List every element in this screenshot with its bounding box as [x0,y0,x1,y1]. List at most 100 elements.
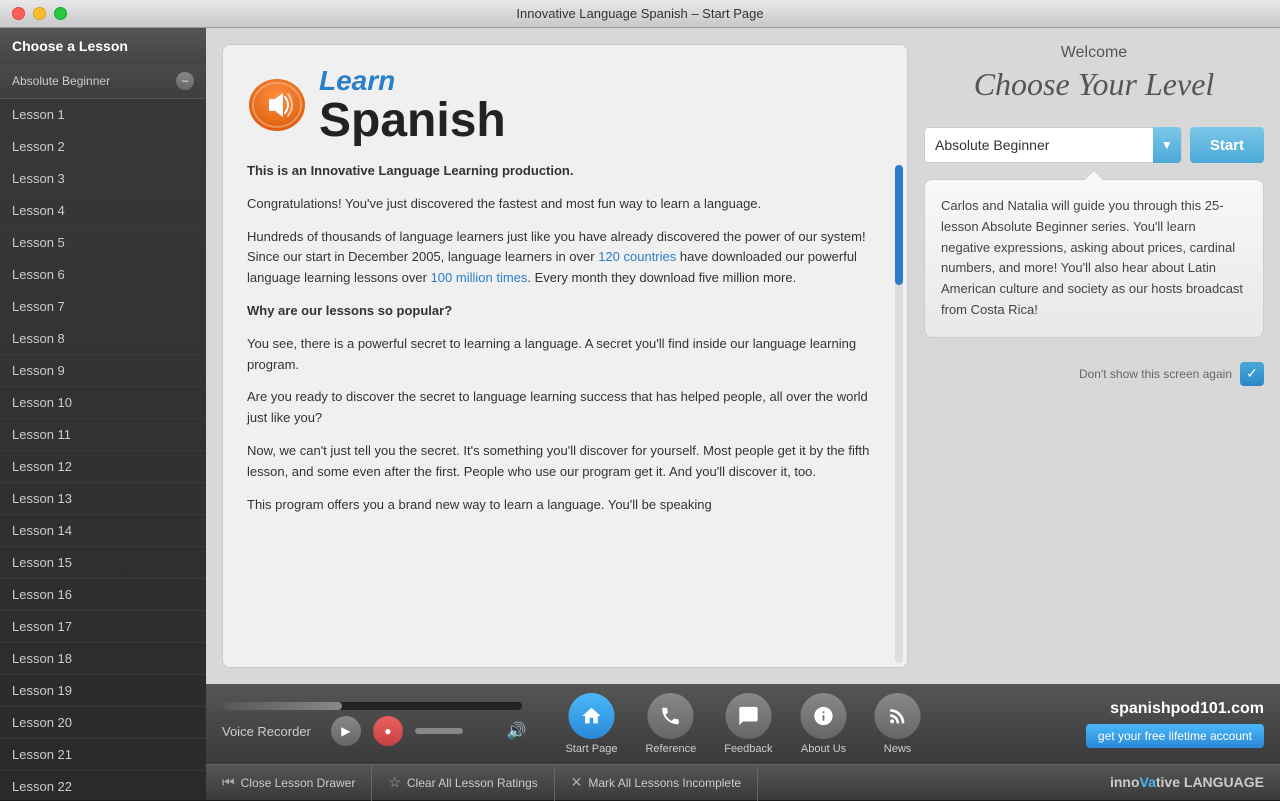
window-title: Innovative Language Spanish – Start Page [516,6,763,21]
dont-show-checkbox[interactable]: ✓ [1240,362,1264,386]
footer-right: innoVative LANGUAGE [1110,774,1280,792]
dont-show-row: Don't show this screen again ✓ [924,362,1264,386]
intro-text: This is an Innovative Language Learning … [247,161,871,182]
bottom-toolbar: Voice Recorder ▶ ● 🔊 Start Page Reference… [206,684,1280,764]
voice-recorder: Voice Recorder ▶ ● 🔊 [206,694,586,754]
level-selector: Absolute Beginner ▼ Start [924,127,1264,163]
footer-left: ⏮ Close Lesson Drawer ☆ Clear All Lesson… [206,765,758,801]
dont-show-label: Don't show this screen again [1079,367,1232,381]
nav-icon-about-us[interactable]: About Us [787,687,861,761]
logo-spanish-text: Spanish [319,97,506,145]
minimize-button[interactable] [33,7,46,20]
lesson-item[interactable]: Lesson 3 [0,163,206,195]
description-box: Carlos and Natalia will guide you throug… [924,179,1264,338]
lesson-item[interactable]: Lesson 4 [0,195,206,227]
why-text: Why are our lessons so popular? [247,301,871,322]
window-controls[interactable] [12,7,67,20]
sidebar-header: Choose a Lesson [0,28,206,64]
scroll-thumb [895,165,903,285]
play-button[interactable]: ▶ [331,716,361,746]
lesson-item[interactable]: Lesson 12 [0,451,206,483]
logo-text: Learn Spanish [319,65,506,145]
volume-icon: 🔊 [507,721,527,741]
collapse-button[interactable]: – [176,72,194,90]
level-dropdown[interactable]: Absolute Beginner ▼ [924,127,1182,163]
clear-ratings-label: Clear All Lesson Ratings [407,776,538,790]
para1: Congratulations! You've just discovered … [247,194,871,215]
reference-icon [648,693,694,739]
close-lesson-label: Close Lesson Drawer [241,776,356,790]
nav-icon-reference[interactable]: Reference [631,687,710,761]
para3: You see, there is a powerful secret to l… [247,334,871,376]
reference-label: Reference [645,743,696,755]
star-icon: ☆ [388,774,401,791]
lesson-item[interactable]: Lesson 15 [0,547,206,579]
lesson-item[interactable]: Lesson 8 [0,323,206,355]
news-label: News [884,743,912,755]
record-button[interactable]: ● [373,716,403,746]
lesson-item[interactable]: Lesson 17 [0,611,206,643]
scrollbar[interactable] [895,165,903,663]
lesson-list: Lesson 1Lesson 2Lesson 3Lesson 4Lesson 5… [0,99,206,800]
lesson-item[interactable]: Lesson 22 [0,771,206,800]
logo-learn-text: Learn [319,65,506,97]
sidebar: Choose a Lesson Absolute Beginner – Less… [0,28,206,800]
right-panel: Welcome Choose Your Level Absolute Begin… [924,44,1264,668]
lesson-item[interactable]: Lesson 1 [0,99,206,131]
left-content: Learn Spanish This is an Innovative Lang… [222,44,908,668]
brand-name: spanishpod101.com [1110,700,1264,718]
lesson-item[interactable]: Lesson 16 [0,579,206,611]
close-button[interactable] [12,7,25,20]
description-text: Carlos and Natalia will guide you throug… [941,198,1243,317]
recorder-label: Voice Recorder [222,724,311,739]
lesson-item[interactable]: Lesson 19 [0,675,206,707]
volume-slider[interactable] [415,728,495,734]
lesson-item[interactable]: Lesson 14 [0,515,206,547]
lesson-item[interactable]: Lesson 13 [0,483,206,515]
lesson-item[interactable]: Lesson 21 [0,739,206,771]
para2: Hundreds of thousands of language learne… [247,227,871,289]
lesson-item[interactable]: Lesson 10 [0,387,206,419]
title-bar: Innovative Language Spanish – Start Page [0,0,1280,28]
mark-incomplete-label: Mark All Lessons Incomplete [588,776,741,790]
nav-icon-feedback[interactable]: Feedback [710,687,786,761]
sidebar-section-label: Absolute Beginner [12,74,110,88]
about-us-label: About Us [801,743,846,755]
lesson-item[interactable]: Lesson 7 [0,291,206,323]
app-container: Choose a Lesson Absolute Beginner – Less… [0,28,1280,800]
dropdown-arrow[interactable]: ▼ [1153,127,1181,163]
brand-cta-button[interactable]: get your free lifetime account [1086,724,1264,748]
innovative-logo: innoVative LANGUAGE [1110,774,1264,790]
main-area: Learn Spanish This is an Innovative Lang… [206,28,1280,800]
nav-icons: Start Page Reference Feedback About Us News [551,687,934,761]
lesson-item[interactable]: Lesson 11 [0,419,206,451]
logo-area: Learn Spanish [223,45,907,161]
news-icon [875,693,921,739]
para6: This program offers you a brand new way … [247,495,871,516]
welcome-label: Welcome [924,44,1264,62]
para5: Now, we can't just tell you the secret. … [247,441,871,483]
skip-back-icon: ⏮ [222,774,235,791]
selected-level: Absolute Beginner [935,137,1049,153]
maximize-button[interactable] [54,7,67,20]
brand-area: spanishpod101.com get your free lifetime… [1086,700,1264,748]
feedback-icon [725,693,771,739]
mark-incomplete-button[interactable]: ✕ Mark All Lessons Incomplete [555,765,758,801]
volume-fill [415,728,463,734]
nav-icon-start-page[interactable]: Start Page [551,687,631,761]
para4: Are you ready to discover the secret to … [247,387,871,429]
lesson-item[interactable]: Lesson 9 [0,355,206,387]
welcome-section: Welcome Choose Your Level [924,44,1264,103]
lesson-item[interactable]: Lesson 20 [0,707,206,739]
lesson-item[interactable]: Lesson 18 [0,643,206,675]
recorder-progress [222,702,522,710]
clear-ratings-button[interactable]: ☆ Clear All Lesson Ratings [372,765,554,801]
lesson-item[interactable]: Lesson 6 [0,259,206,291]
close-lesson-drawer-button[interactable]: ⏮ Close Lesson Drawer [206,765,372,801]
lesson-item[interactable]: Lesson 2 [0,131,206,163]
lesson-item[interactable]: Lesson 5 [0,227,206,259]
sidebar-section[interactable]: Absolute Beginner – [0,64,206,99]
start-button[interactable]: Start [1190,127,1264,163]
nav-icon-news[interactable]: News [861,687,935,761]
progress-fill [222,702,342,710]
